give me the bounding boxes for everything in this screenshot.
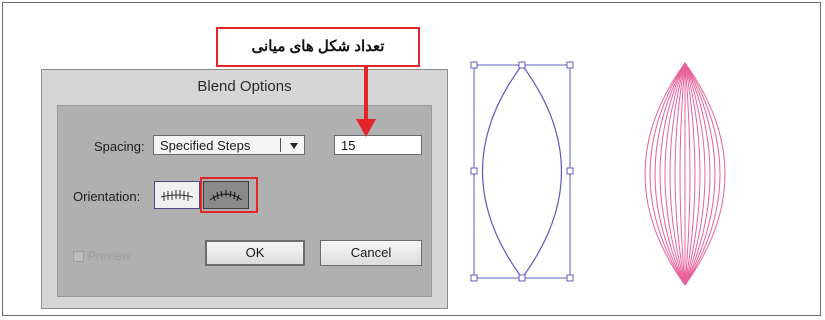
spacing-label: Spacing: xyxy=(94,139,145,154)
cancel-button[interactable]: Cancel xyxy=(320,240,422,266)
align-to-page-button[interactable] xyxy=(154,181,200,209)
preview-label: Preview xyxy=(88,249,131,263)
selection-handles xyxy=(470,61,574,282)
dropdown-separator xyxy=(280,138,281,152)
leaf-outline-shape xyxy=(481,63,563,280)
annotation-callout: تعداد شکل های میانی xyxy=(216,27,420,67)
preview-checkbox[interactable] xyxy=(73,251,84,262)
selection-bounding-box xyxy=(473,64,571,279)
figure-frame: Blend Options Spacing: Specified Steps 1… xyxy=(2,2,821,316)
selected-shape-artwork xyxy=(470,61,574,282)
blended-shape-artwork xyxy=(644,62,726,286)
chevron-down-icon xyxy=(290,143,298,149)
dialog-title: Blend Options xyxy=(197,78,292,95)
blend-step-curve xyxy=(684,62,691,286)
orientation-label: Orientation: xyxy=(73,189,141,204)
blend-step-curve xyxy=(684,62,711,286)
blend-step-curve xyxy=(679,62,686,286)
specified-steps-input[interactable]: 15 xyxy=(334,135,422,155)
orientation-highlight-box xyxy=(200,177,258,213)
align-to-page-icon xyxy=(160,190,194,201)
spacing-dropdown-value: Specified Steps xyxy=(160,138,251,153)
arrow-down-icon xyxy=(356,67,376,137)
blend-options-dialog: Blend Options Spacing: Specified Steps 1… xyxy=(41,69,448,309)
spacing-dropdown[interactable]: Specified Steps xyxy=(153,135,305,155)
ok-button[interactable]: OK xyxy=(205,240,305,266)
blend-step-curve xyxy=(659,62,686,286)
